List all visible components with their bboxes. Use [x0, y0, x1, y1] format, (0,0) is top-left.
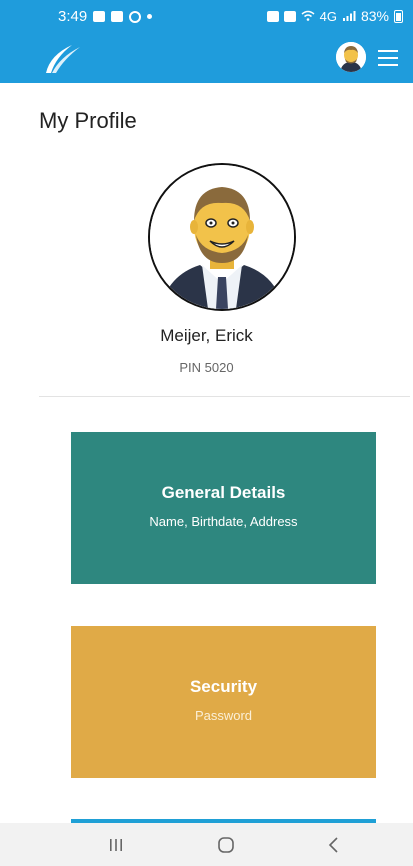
card-subtitle: Name, Birthdate, Address	[149, 514, 298, 529]
battery-icon	[394, 9, 403, 23]
status-bar: 3:49 4G 83%	[0, 0, 413, 33]
status-right: 4G 83%	[266, 8, 403, 24]
general-details-card[interactable]: General Details Name, Birthdate, Address	[71, 432, 376, 584]
signal-icon	[342, 11, 356, 21]
home-icon[interactable]	[196, 823, 256, 866]
page-title: My Profile	[39, 108, 137, 133]
do-not-disturb-icon	[129, 10, 142, 23]
alarm-icon	[266, 10, 279, 22]
hamburger-menu-icon[interactable]	[376, 45, 400, 69]
more-notifications-dot	[147, 14, 153, 19]
swoosh-logo[interactable]	[42, 41, 82, 75]
status-left: 3:49	[58, 8, 153, 25]
status-time: 3:49	[58, 8, 88, 25]
security-card[interactable]: Security Password	[71, 626, 376, 778]
battery-percent: 83%	[360, 8, 389, 24]
system-nav-bar	[0, 823, 413, 866]
profile-pin: PIN 5020	[179, 360, 234, 375]
profile-photo	[148, 163, 296, 311]
network-type-label: 4G	[319, 8, 337, 24]
profile-name: Meijer, Erick	[160, 326, 253, 345]
user-avatar-image	[336, 42, 366, 72]
app-bar	[0, 33, 413, 83]
section-divider	[39, 396, 410, 397]
mute-icon	[283, 10, 296, 22]
card-subtitle: Password	[194, 708, 253, 723]
user-avatar[interactable]	[336, 42, 366, 72]
back-icon[interactable]	[304, 823, 364, 866]
card-title: Security	[189, 677, 258, 696]
wifi-icon	[301, 10, 315, 21]
alarm-notification-icon	[111, 11, 124, 22]
image-notification-icon	[93, 11, 106, 22]
profile-photo-image	[150, 165, 294, 309]
recent-apps-icon[interactable]	[86, 823, 146, 866]
card-title: General Details	[161, 483, 286, 502]
